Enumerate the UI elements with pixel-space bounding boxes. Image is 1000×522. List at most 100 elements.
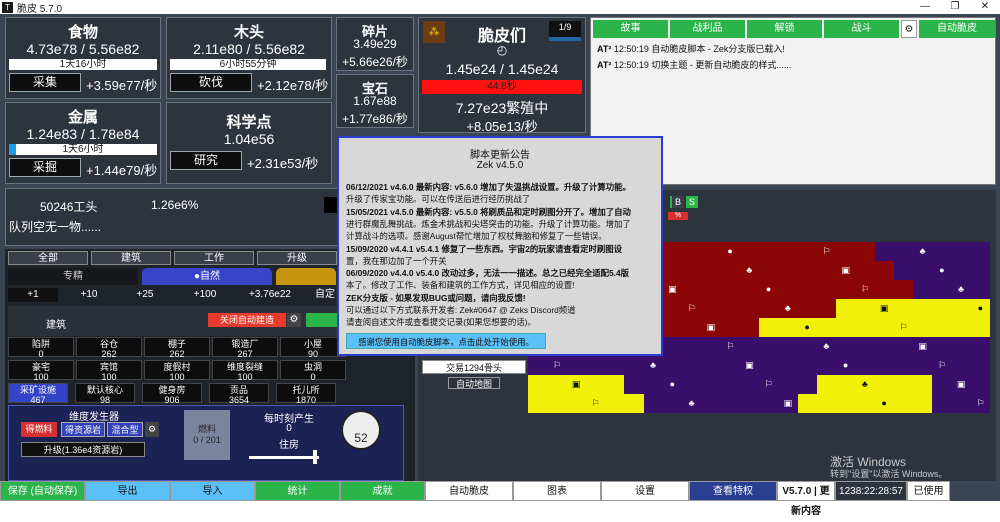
amount-max[interactable]: +3.76e22 [240, 288, 300, 302]
map-cell[interactable] [759, 318, 779, 337]
map-cell[interactable] [970, 337, 990, 356]
map-cell[interactable] [893, 299, 913, 318]
map-cell[interactable] [913, 356, 933, 375]
map-cell[interactable]: ● [836, 356, 856, 375]
map-cell[interactable] [605, 356, 625, 375]
map-cell[interactable] [759, 356, 779, 375]
map-cell[interactable] [893, 337, 913, 356]
map-cell[interactable] [624, 394, 644, 413]
map-cell[interactable] [528, 394, 548, 413]
slider-handle[interactable] [313, 450, 317, 464]
map-cell[interactable]: ♣ [682, 394, 702, 413]
map-cell[interactable]: ▣ [836, 261, 856, 280]
map-cell[interactable] [759, 261, 779, 280]
gear-icon[interactable]: ⚙ [287, 313, 301, 327]
map-cell[interactable] [701, 375, 721, 394]
map-cell[interactable] [720, 280, 740, 299]
building-3[interactable]: 锻造厂 267 [212, 337, 278, 359]
map-cell[interactable] [682, 242, 702, 261]
map-cell[interactable]: ● [874, 394, 894, 413]
map-cell[interactable]: ▣ [778, 394, 798, 413]
map-cell[interactable]: ⚐ [720, 337, 740, 356]
log-tab-unlock[interactable]: 解锁 [747, 20, 822, 38]
tab-other[interactable] [276, 268, 336, 285]
map-cell[interactable] [585, 356, 605, 375]
map-cell[interactable] [739, 299, 759, 318]
map-cell[interactable] [836, 394, 856, 413]
map-cell[interactable] [739, 280, 759, 299]
map-letter-s[interactable]: S [686, 196, 698, 208]
map-cell[interactable] [893, 280, 913, 299]
map-cell[interactable] [528, 375, 548, 394]
map-cell[interactable] [759, 299, 779, 318]
map-cell[interactable] [720, 356, 740, 375]
map-cell[interactable]: ⚐ [759, 375, 779, 394]
map-cell[interactable]: ♣ [913, 242, 933, 261]
map-cell[interactable] [913, 394, 933, 413]
map-cell[interactable] [682, 375, 702, 394]
map-cell[interactable] [932, 318, 952, 337]
map-cell[interactable] [720, 261, 740, 280]
map-cell[interactable] [778, 337, 798, 356]
map-cell[interactable] [816, 280, 836, 299]
log-tab-autotrimps[interactable]: 自动脆皮 [919, 20, 995, 38]
building-10[interactable]: 采矿设施 467 [8, 383, 68, 405]
map-cell[interactable]: ⚐ [893, 318, 913, 337]
bottom-button-2[interactable]: 导入 [170, 481, 255, 501]
map-cell[interactable] [913, 280, 933, 299]
hybrid-button[interactable]: 混合型 [107, 422, 143, 437]
bottom-button-0[interactable]: 保存 (自动保存) [0, 481, 85, 501]
map-cell[interactable] [605, 394, 625, 413]
map-cell[interactable] [682, 318, 702, 337]
map-cell[interactable] [739, 394, 759, 413]
map-cell[interactable] [797, 337, 817, 356]
map-cell[interactable] [797, 242, 817, 261]
map-cell[interactable] [932, 280, 952, 299]
map-cell[interactable] [932, 242, 952, 261]
building-11[interactable]: 默认核心 98 [75, 383, 135, 405]
map-cell[interactable] [739, 242, 759, 261]
map-cell[interactable] [797, 394, 817, 413]
map-cell[interactable] [797, 299, 817, 318]
map-cell[interactable]: ● [932, 261, 952, 280]
map-cell[interactable]: ● [662, 375, 682, 394]
map-cell[interactable] [970, 280, 990, 299]
building-1[interactable]: 谷仓 262 [76, 337, 142, 359]
bottom-button-5[interactable]: 自动脆皮 [425, 481, 513, 501]
get-resource-button[interactable]: 得资源岩 [61, 422, 105, 437]
map-cell[interactable]: ♣ [816, 337, 836, 356]
tab-all[interactable]: 全部 [8, 251, 88, 265]
building-13[interactable]: 贡品 3654 [209, 383, 269, 405]
map-cell[interactable]: ▣ [739, 356, 759, 375]
map-cell[interactable] [643, 394, 663, 413]
bottom-button-8[interactable]: 查看特权 [689, 481, 777, 501]
map-cell[interactable] [816, 356, 836, 375]
map-cell[interactable] [778, 375, 798, 394]
map-cell[interactable] [874, 242, 894, 261]
map-cell[interactable] [951, 318, 971, 337]
map-cell[interactable]: ▣ [913, 337, 933, 356]
map-cell[interactable] [874, 356, 894, 375]
generator-gear-icon[interactable]: ⚙ [145, 422, 159, 437]
trade-bones-button[interactable]: 交易1294骨头 [422, 360, 526, 374]
tab-buildings[interactable]: 建筑 [91, 251, 171, 265]
map-cell[interactable] [951, 356, 971, 375]
map-cell[interactable] [797, 280, 817, 299]
map-cell[interactable] [874, 280, 894, 299]
map-cell[interactable]: ▣ [662, 280, 682, 299]
map-cell[interactable] [759, 242, 779, 261]
map-cell[interactable] [585, 375, 605, 394]
building-7[interactable]: 度假村 100 [144, 360, 210, 382]
map-cell[interactable] [932, 299, 952, 318]
map-cell[interactable] [855, 318, 875, 337]
map-cell[interactable] [759, 394, 779, 413]
building-5[interactable]: 豪宅 100 [8, 360, 74, 382]
map-cell[interactable] [797, 261, 817, 280]
map-cell[interactable] [720, 375, 740, 394]
map-cell[interactable] [893, 261, 913, 280]
map-cell[interactable]: ⚐ [855, 280, 875, 299]
map-cell[interactable] [759, 337, 779, 356]
log-tab-loot[interactable]: 战利品 [670, 20, 745, 38]
map-cell[interactable] [701, 261, 721, 280]
bottom-button-10[interactable]: 1238:22:28:57 [835, 481, 907, 501]
